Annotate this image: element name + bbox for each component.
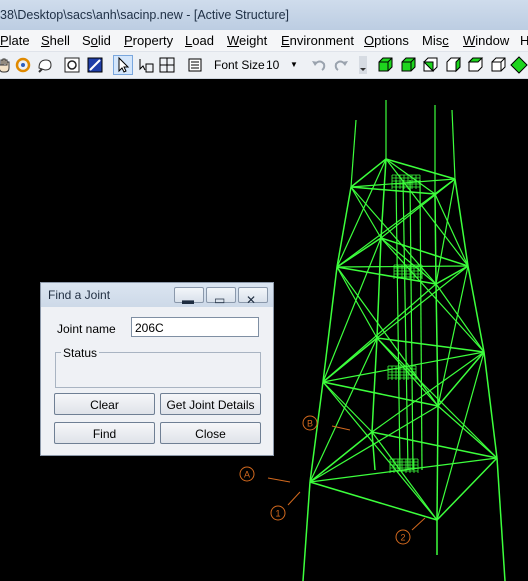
menu-weight[interactable]: Weight xyxy=(227,33,267,48)
zoom-icon[interactable] xyxy=(36,56,54,74)
structure-member xyxy=(336,266,439,407)
menu-shell[interactable]: Shell xyxy=(41,33,70,48)
get-joint-details-button[interactable]: Get Joint Details xyxy=(160,393,261,415)
structure-member xyxy=(435,265,469,285)
menu-solid[interactable]: Solid xyxy=(82,33,111,48)
structure-member xyxy=(336,186,352,268)
menu-plate[interactable]: Plate xyxy=(0,33,30,48)
menu-environment[interactable]: Environment xyxy=(281,33,354,48)
cube-front-icon[interactable] xyxy=(376,56,394,74)
undo-icon[interactable] xyxy=(310,56,328,74)
structure-member xyxy=(350,119,357,188)
grid-marker-label: A xyxy=(244,470,250,480)
grid-marker-label: B xyxy=(307,419,313,429)
menu-property[interactable]: Property xyxy=(124,33,173,48)
zoom-window-icon[interactable] xyxy=(63,56,81,74)
toolbar-overflow-icon[interactable] xyxy=(354,56,367,74)
structure-member xyxy=(419,179,423,471)
grid-marker-label: 1 xyxy=(275,509,280,519)
structure-member xyxy=(309,481,438,521)
hand-icon[interactable] xyxy=(0,56,14,74)
menu-help[interactable]: H xyxy=(520,33,528,48)
structure-member xyxy=(371,431,376,471)
structure-frame xyxy=(302,100,506,581)
grid-marker-leader xyxy=(411,517,426,531)
structure-member xyxy=(435,283,439,407)
find-joint-dialog: Find a Joint ▬ ▭ ✕ Joint name 206C Statu… xyxy=(40,282,274,456)
structure-member xyxy=(302,481,311,581)
cube-back-icon[interactable] xyxy=(399,56,417,74)
grid-marker-leader xyxy=(287,491,301,506)
structure-member xyxy=(336,265,469,268)
toolbar: Font Size 10 ▼ xyxy=(0,52,528,79)
clear-button[interactable]: Clear xyxy=(54,393,155,415)
structure-member xyxy=(350,186,436,195)
cube-bottom-icon[interactable] xyxy=(489,56,507,74)
close-icon: ✕ xyxy=(246,293,257,307)
cube-right-icon[interactable] xyxy=(444,56,462,74)
grid-select-icon[interactable] xyxy=(158,56,176,74)
structure-member xyxy=(350,186,382,239)
menu-load[interactable]: Load xyxy=(185,33,214,48)
find-button[interactable]: Find xyxy=(54,422,155,444)
structure-member xyxy=(336,266,378,339)
maximize-button[interactable]: ▭ xyxy=(206,287,236,307)
structure-member xyxy=(434,193,437,285)
structure-member xyxy=(322,283,437,383)
status-label: Status xyxy=(61,346,100,360)
joint-name-label: Joint name xyxy=(57,322,116,336)
structure-member xyxy=(483,351,498,459)
dialog-title-bar: Find a Joint ▬ ▭ ✕ xyxy=(41,283,273,307)
grid-marker-leader xyxy=(267,477,291,483)
font-size-label: Font Size xyxy=(214,58,265,72)
menu-bar: Plate Shell Solid Property Load Weight E… xyxy=(0,30,528,52)
properties-icon[interactable] xyxy=(186,56,204,74)
cube-iso-icon[interactable] xyxy=(510,56,528,74)
close-window-button[interactable]: ✕ xyxy=(238,287,268,307)
menu-window[interactable]: Window xyxy=(463,33,509,48)
select-member-icon[interactable] xyxy=(137,56,155,74)
structure-member xyxy=(371,431,498,459)
cube-left-icon[interactable] xyxy=(421,56,439,74)
structure-member xyxy=(436,405,439,521)
minimize-icon: ▬ xyxy=(182,293,194,307)
structure-member xyxy=(437,265,469,407)
view-3d-icon[interactable] xyxy=(86,56,104,74)
close-button[interactable]: Close xyxy=(160,422,261,444)
select-pointer-icon[interactable] xyxy=(113,55,133,75)
structure-member xyxy=(309,431,373,483)
structure-member xyxy=(350,158,387,188)
structure-member xyxy=(467,265,485,353)
redo-icon[interactable] xyxy=(332,56,350,74)
minimize-button[interactable]: ▬ xyxy=(174,287,204,307)
structure-member xyxy=(371,431,438,521)
structure-member xyxy=(371,337,378,433)
dialog-title: Find a Joint xyxy=(48,288,111,302)
structure-member xyxy=(437,351,485,407)
font-size-select[interactable]: 10 xyxy=(266,58,279,72)
menu-options[interactable]: Options xyxy=(364,33,409,48)
structure-member xyxy=(409,179,414,471)
structure-member xyxy=(437,405,498,459)
structure-member xyxy=(451,109,456,180)
chevron-down-icon[interactable]: ▼ xyxy=(290,60,298,69)
maximize-icon: ▭ xyxy=(214,293,226,307)
rotate-icon[interactable] xyxy=(14,56,32,74)
structure-member xyxy=(496,457,506,581)
cube-top-icon[interactable] xyxy=(466,56,484,74)
structure-member xyxy=(435,283,485,353)
joint-name-input[interactable]: 206C xyxy=(131,317,259,337)
grid-marker-label: 2 xyxy=(400,533,405,543)
menu-misc[interactable]: Misc xyxy=(422,33,449,48)
title-bar: 38\Desktop\sacs\anh\sacinp.new - [Active… xyxy=(0,0,528,31)
structure-member xyxy=(322,381,373,433)
structure-member xyxy=(350,186,437,285)
window-title: 38\Desktop\sacs\anh\sacinp.new - [Active… xyxy=(0,8,290,22)
